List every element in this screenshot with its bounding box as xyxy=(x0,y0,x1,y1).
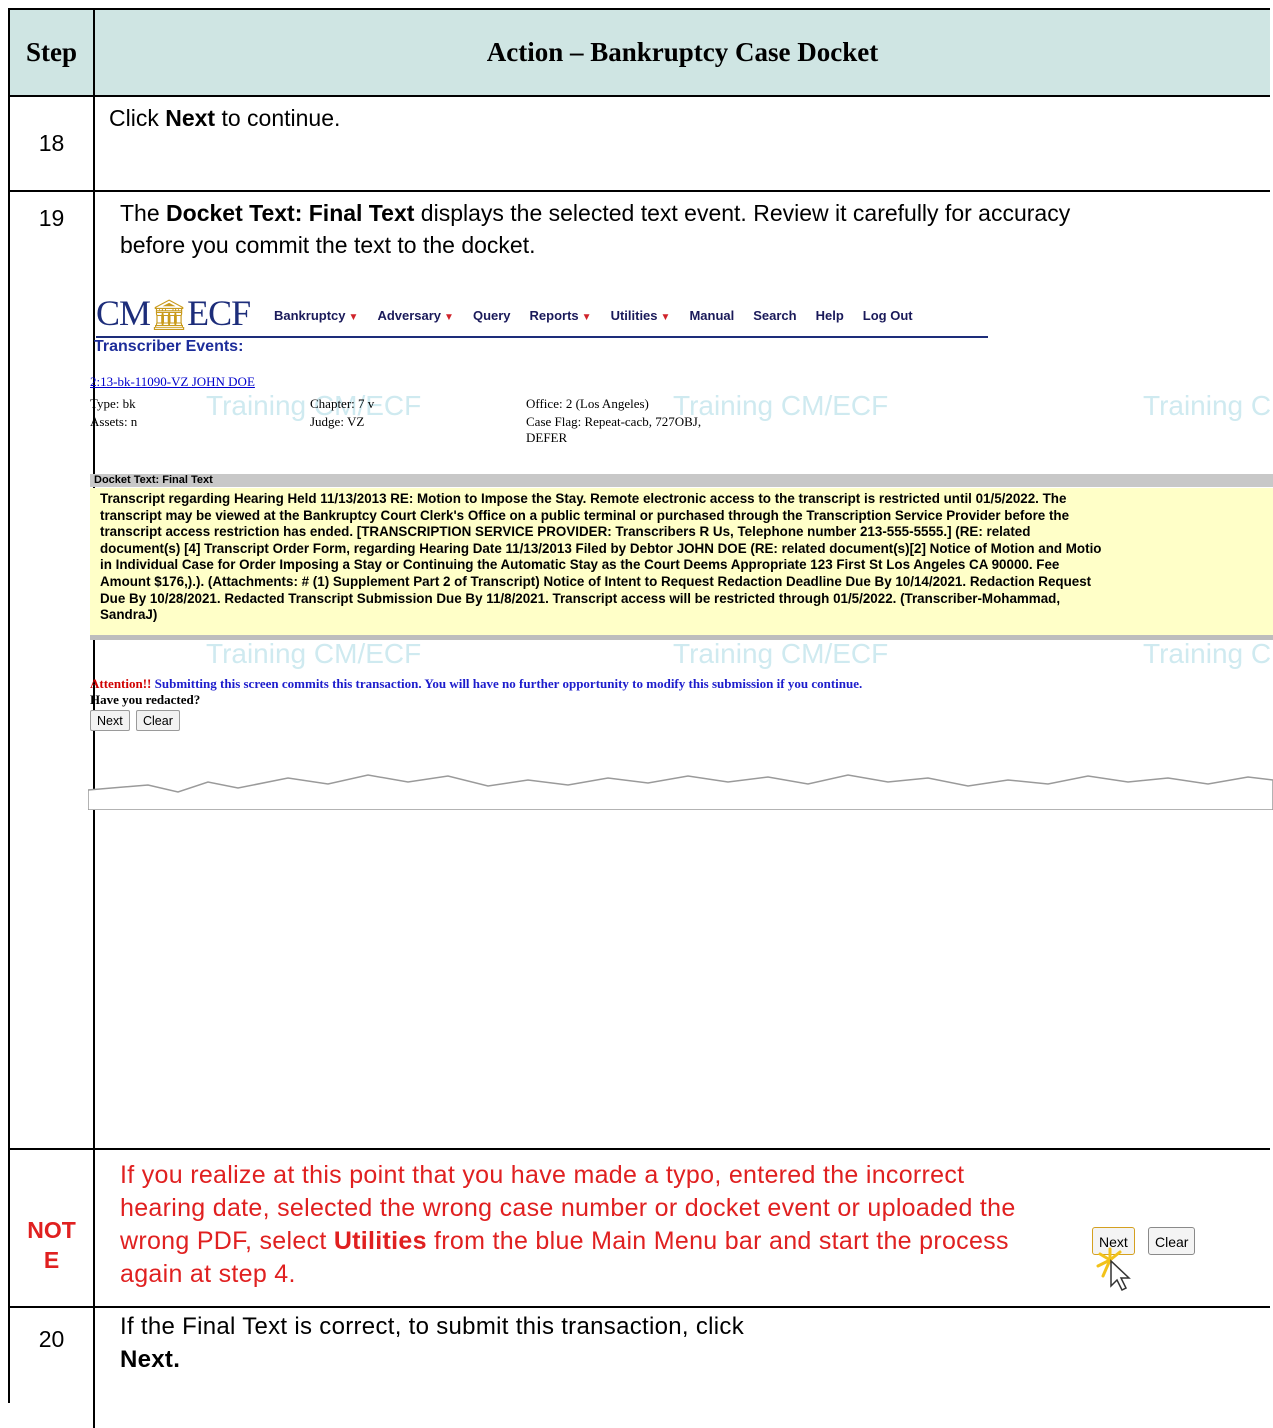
click-cursor-icon xyxy=(1096,1247,1131,1292)
step-cell: 19 xyxy=(10,192,95,1148)
docket-line: Due By 10/28/2021. Redacted Transcript S… xyxy=(100,590,1061,606)
menu-query[interactable]: Query xyxy=(473,308,511,323)
step-18-text: Click Next to continue. xyxy=(109,102,340,134)
text-segment: The xyxy=(120,200,167,226)
text-segment: to continue. xyxy=(215,105,341,131)
case-flag-line: DEFER xyxy=(526,430,568,445)
menu-label: Bankruptcy xyxy=(274,308,346,323)
logo-text: ECF xyxy=(187,293,251,333)
step-cell: 18 xyxy=(10,97,95,190)
menu-help[interactable]: Help xyxy=(816,308,844,323)
clear-button[interactable]: Clear xyxy=(136,710,180,731)
case-judge: Judge: VZ xyxy=(310,414,365,429)
attention-message: Attention!! Submitting this screen commi… xyxy=(90,676,862,692)
step-20-text: If the Final Text is correct, to submit … xyxy=(120,1310,744,1376)
note-cell: NOT E xyxy=(10,1150,95,1306)
docket-line: in Individual Case for Order Imposing a … xyxy=(100,557,1060,573)
text-bold: Utilities xyxy=(333,1227,427,1255)
main-menu: Bankruptcy ▼ Adversary ▼ Query Reports ▼ Ut… xyxy=(274,308,932,323)
cmecf-screenshot: Training CM/ECF Training CM/ECF Training… xyxy=(88,290,1273,810)
menu-reports[interactable]: Reports ▼ xyxy=(530,308,592,323)
note-text: If you realize at this point that you ha… xyxy=(120,1159,1016,1291)
text-line: If you realize at this point that you ha… xyxy=(120,1161,965,1189)
courthouse-icon: 🏛 xyxy=(150,299,188,332)
menu-label: Reports xyxy=(529,308,579,323)
text-line: wrong PDF, select Utilities from the blu… xyxy=(120,1225,1016,1258)
step-row-20: 20 If the Final Text is correct, to subm… xyxy=(10,1308,1270,1428)
text-segment: Click xyxy=(109,105,166,131)
case-assets: Assets: n xyxy=(90,414,138,429)
menu-label: Adversary xyxy=(377,308,442,323)
text-segment: wrong PDF, select xyxy=(120,1227,334,1255)
text-line: The Docket Text: Final Text displays the… xyxy=(120,197,1070,229)
attention-label: Attention!! xyxy=(90,676,152,691)
case-flag: Case Flag: Repeat-cacb, 727OBJ, DEFER xyxy=(526,414,701,446)
step-number: 19 xyxy=(38,205,65,231)
docket-text-box: Transcript regarding Hearing Held 11/13/… xyxy=(90,488,1273,640)
step-19-text: The Docket Text: Final Text displays the… xyxy=(120,197,1070,261)
docket-line: SandraJ) xyxy=(100,607,158,623)
table-header: Step Action – Bankruptcy Case Docket xyxy=(10,10,1270,97)
menu-utilities[interactable]: Utilities ▼ xyxy=(611,308,671,323)
caret-down-icon: ▼ xyxy=(581,312,592,323)
attention-text: Submitting this screen commits this tran… xyxy=(151,676,863,691)
note-label-line: NOT xyxy=(27,1217,76,1243)
case-type: Type: bk xyxy=(90,396,136,411)
header-step: Step xyxy=(10,10,95,95)
case-flag-line: Case Flag: Repeat-cacb, 727OBJ, xyxy=(526,414,702,429)
step-number: 20 xyxy=(38,1326,65,1352)
docket-line: transcript access restriction has ended.… xyxy=(100,524,1031,540)
header-action: Action – Bankruptcy Case Docket xyxy=(486,37,879,67)
docket-line: transcript may be viewed at the Bankrupt… xyxy=(100,507,1070,523)
menu-label: Utilities xyxy=(610,308,658,323)
text-bold: Docket Text: Final Text xyxy=(166,200,415,226)
text-line: If the Final Text is correct, to submit … xyxy=(120,1313,745,1340)
text-segment: from the blue Main Menu bar and start th… xyxy=(426,1227,1009,1255)
menu-search[interactable]: Search xyxy=(753,308,796,323)
case-chapter: Chapter: 7 v xyxy=(310,396,375,411)
watermark: Training CM/ECF xyxy=(673,390,889,421)
step-row-18: 18 Click Next to continue. xyxy=(10,97,1270,192)
caret-down-icon: ▼ xyxy=(444,312,454,323)
page-title: Transcriber Events: xyxy=(94,338,244,355)
menu-adversary[interactable]: Adversary ▼ xyxy=(377,308,454,323)
docket-line: Amount $176,).). (Attachments: # (1) Sup… xyxy=(100,573,1092,589)
torn-edge xyxy=(88,774,1273,810)
example-clear-button: Clear xyxy=(1148,1227,1196,1255)
text-bold: Next xyxy=(165,105,216,131)
text-line: before you commit the text to the docket… xyxy=(120,232,536,258)
next-button[interactable]: Next xyxy=(90,710,130,731)
case-office: Office: 2 (Los Angeles) xyxy=(526,396,649,411)
menu-bankruptcy[interactable]: Bankruptcy ▼ xyxy=(274,308,358,323)
note-row: NOT E If you realize at this point that … xyxy=(10,1150,1270,1308)
watermark: Training CM/ECF xyxy=(1143,638,1273,669)
note-label: NOT E xyxy=(10,1215,93,1275)
cmecf-logo: CM🏛ECF xyxy=(96,292,251,334)
watermark: Training CM/ECF xyxy=(206,638,422,669)
step-number: 18 xyxy=(38,130,65,156)
menu-manual[interactable]: Manual xyxy=(689,308,734,323)
logo-text: CM xyxy=(96,293,151,333)
docket-line: Transcript regarding Hearing Held 11/13/… xyxy=(100,491,1067,506)
text-segment: displays the selected text event. Review… xyxy=(414,200,1071,226)
step-cell: 20 xyxy=(10,1308,95,1428)
text-line: Next. xyxy=(120,1346,181,1373)
menu-logout[interactable]: Log Out xyxy=(863,308,913,323)
caret-down-icon: ▼ xyxy=(348,312,359,323)
case-link[interactable]: 2:13-bk-11090-VZ JOHN DOE xyxy=(90,374,255,390)
watermark: Training CM/ECF xyxy=(1143,390,1273,421)
caret-down-icon: ▼ xyxy=(660,312,671,323)
watermark: Training CM/ECF xyxy=(673,638,889,669)
note-label-line: E xyxy=(43,1247,60,1273)
docket-line: document(s) [4] Transcript Order Form, r… xyxy=(100,540,1102,556)
text-line: hearing date, selected the wrong case nu… xyxy=(120,1194,1016,1222)
docket-text-label: Docket Text: Final Text xyxy=(90,474,1273,487)
text-line: again at step 4. xyxy=(120,1260,296,1288)
redacted-question: Have you redacted? xyxy=(90,692,201,707)
